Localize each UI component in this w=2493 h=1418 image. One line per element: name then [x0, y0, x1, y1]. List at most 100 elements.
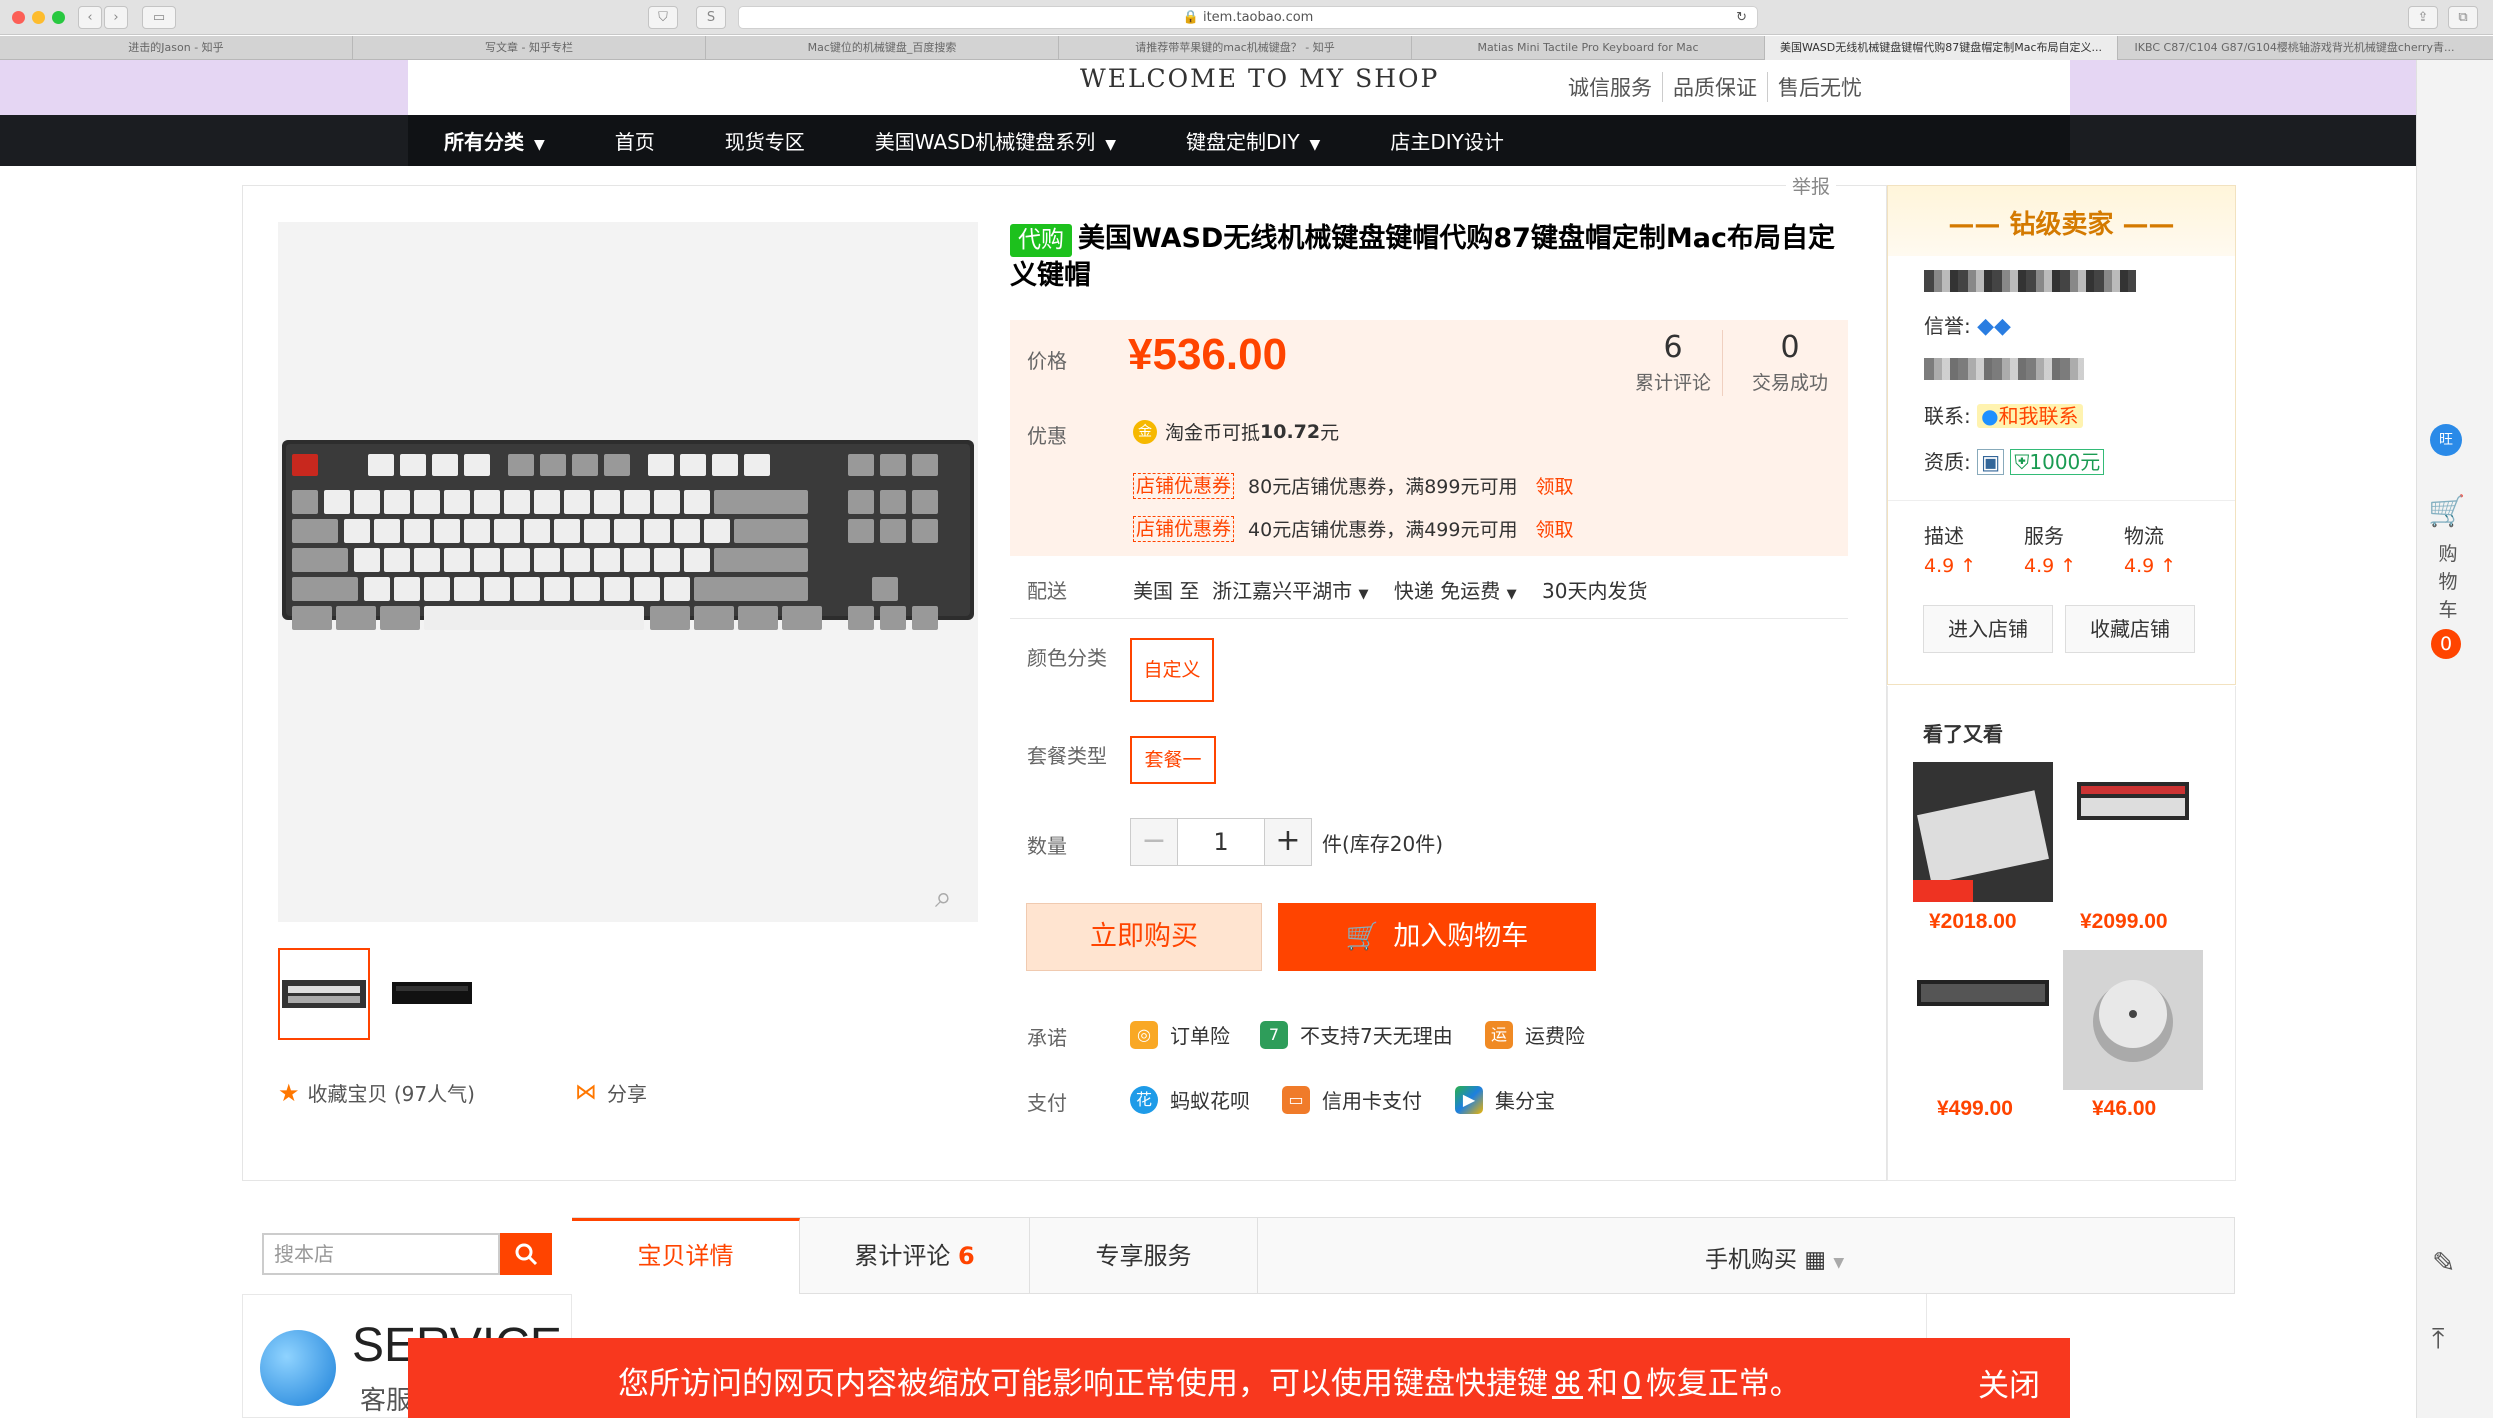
edit-icon[interactable]: ✎: [2432, 1246, 2455, 1279]
ship-label: 配送: [1027, 579, 1067, 603]
coupon-tag: 店铺优惠券: [1133, 515, 1235, 542]
price-label: 价格: [1027, 349, 1067, 373]
price-value: ¥536.00: [1128, 330, 1288, 379]
divider: [1888, 500, 2235, 501]
nav-wasd-series[interactable]: 美国WASD机械键盘系列 ▼: [875, 126, 1116, 155]
tab-details[interactable]: 宝贝详情: [572, 1218, 800, 1294]
license-icon[interactable]: ▣: [1977, 449, 2005, 475]
share-button[interactable]: ⋈ 分享: [575, 1078, 647, 1107]
reload-icon[interactable]: ↻: [1736, 7, 1747, 28]
tabs-overview-icon[interactable]: ⧉: [2448, 6, 2478, 29]
guarantee-item: 售后无忧: [1778, 76, 1862, 100]
zoom-icon[interactable]: ⌕: [935, 880, 952, 915]
arrow-up-icon: ↑: [2160, 555, 2177, 577]
cart-icon[interactable]: 🛒: [2428, 494, 2465, 529]
seller-info-blurred: [1924, 358, 2084, 380]
shop-nav: 所有分类 ▼ 首页 现货专区 美国WASD机械键盘系列 ▼ 键盘定制DIY ▼ 店主D…: [0, 115, 2416, 166]
forward-icon[interactable]: ›: [104, 6, 128, 29]
claim-coupon-link[interactable]: 领取: [1535, 472, 1573, 499]
back-icon[interactable]: ‹: [78, 6, 102, 29]
product-main-image[interactable]: [278, 222, 978, 922]
guarantee-item: 诚信服务: [1558, 72, 1663, 102]
rec-item-price[interactable]: ¥2099.00: [2080, 910, 2168, 934]
order-insurance-icon: ◎: [1130, 1020, 1158, 1049]
nav-custom-diy[interactable]: 键盘定制DIY ▼: [1186, 126, 1320, 155]
promo-label: 优惠: [1027, 424, 1067, 448]
wangwang-icon[interactable]: 旺: [2430, 424, 2462, 456]
seller-level: —— 钻级卖家 ——: [1948, 210, 2175, 240]
tab-reviews[interactable]: 累计评论 6: [800, 1218, 1030, 1294]
back-to-top-icon[interactable]: ⤒: [2432, 1322, 2444, 1356]
nav-owner-diy[interactable]: 店主DIY设计: [1390, 126, 1504, 155]
ship-method-select[interactable]: 快递 免运费 ▼: [1394, 579, 1517, 603]
minimize-window-button[interactable]: [32, 11, 45, 24]
browser-tab[interactable]: Matias Mini Tactile Pro Keyboard for Mac: [1412, 36, 1765, 60]
browser-tab-active[interactable]: 美国WASD无线机械键盘键帽代购87键盘帽定制Mac布局自定义...: [1765, 36, 2118, 60]
shipping-insurance-icon: 运: [1485, 1020, 1513, 1049]
quantity-input[interactable]: 1: [1178, 818, 1264, 866]
quantity-stepper: − 1 + 件(库存20件): [1130, 818, 1443, 866]
buy-now-button[interactable]: 立即购买: [1026, 903, 1262, 971]
pay-huabei[interactable]: 花蚂蚁花呗: [1130, 1085, 1250, 1114]
sidebar-icon[interactable]: ▭: [142, 6, 176, 29]
pay-credit-card[interactable]: ▭ 信用卡支付: [1282, 1085, 1422, 1114]
cart-label[interactable]: 购物车: [2433, 540, 2463, 624]
promise-order-insurance[interactable]: ◎ 订单险: [1130, 1020, 1230, 1049]
report-link[interactable]: 举报: [1786, 172, 1837, 199]
claim-coupon-link[interactable]: 领取: [1535, 515, 1573, 542]
rec-item-image[interactable]: [2063, 762, 2203, 902]
rec-item-image[interactable]: [2063, 950, 2203, 1090]
close-window-button[interactable]: [12, 11, 25, 24]
guarantee-item: 品质保证: [1663, 72, 1768, 102]
lock-icon: 🔒: [1182, 10, 1199, 25]
promise-label: 承诺: [1027, 1026, 1067, 1050]
nav-in-stock[interactable]: 现货专区: [725, 126, 805, 155]
shop-search-input[interactable]: 搜本店: [262, 1233, 500, 1275]
qrcode-icon: ▦: [1804, 1247, 1827, 1273]
wangwang-icon: ●: [1981, 404, 1999, 428]
favorite-shop-button[interactable]: 收藏店铺: [2065, 605, 2195, 653]
contact-seller-button[interactable]: ●和我联系: [1977, 404, 2083, 428]
rec-item-price[interactable]: ¥46.00: [2092, 1097, 2156, 1121]
address-bar[interactable]: 🔒 item.taobao.com ↻: [738, 6, 1758, 29]
nav-all-categories[interactable]: 所有分类 ▼: [444, 126, 545, 155]
favorite-button[interactable]: ★ 收藏宝贝 (97人气): [278, 1078, 475, 1107]
credit-row: 信誉: ◆◆: [1924, 314, 2011, 339]
jifenbao-icon: ▶: [1455, 1085, 1483, 1114]
zoom-window-button[interactable]: [52, 11, 65, 24]
thumbnail-1[interactable]: [278, 948, 370, 1040]
mobile-buy[interactable]: 手机购买 ▦ ▼: [1705, 1240, 1844, 1274]
close-notice-button[interactable]: 关闭: [1978, 1360, 2040, 1405]
browser-tab[interactable]: Mac键位的机械键盘_百度搜索: [706, 36, 1059, 60]
arrow-up-icon: ↑: [2060, 555, 2077, 577]
browser-tab[interactable]: 写文章 - 知乎专栏: [353, 36, 706, 60]
search-icon[interactable]: [500, 1233, 552, 1275]
enter-shop-button[interactable]: 进入店铺: [1923, 605, 2053, 653]
minus-icon[interactable]: −: [1130, 818, 1178, 866]
extension-icon[interactable]: S: [696, 6, 726, 29]
rec-item-price[interactable]: ¥499.00: [1937, 1097, 2013, 1121]
qty-label: 数量: [1027, 834, 1067, 858]
browser-tab[interactable]: 进击的Jason - 知乎: [0, 36, 353, 60]
pay-jifenbao[interactable]: ▶ 集分宝: [1455, 1085, 1555, 1114]
tab-service[interactable]: 专享服务: [1030, 1218, 1258, 1294]
color-option-custom[interactable]: 自定义: [1130, 638, 1214, 702]
browser-tab[interactable]: IKBC C87/C104 G87/G104樱桃轴游戏背光机械键盘cherry青…: [2118, 36, 2471, 60]
package-option[interactable]: 套餐一: [1130, 736, 1216, 784]
shield-icon[interactable]: ⛉: [648, 6, 678, 29]
rec-item-image[interactable]: [1913, 762, 2053, 902]
rec-item-price[interactable]: ¥2018.00: [1929, 910, 2017, 934]
add-to-cart-button[interactable]: 🛒 加入购物车: [1278, 903, 1596, 971]
plus-icon[interactable]: +: [1264, 818, 1312, 866]
reviews-stat[interactable]: 6 累计评论: [1628, 328, 1718, 395]
cart-icon: 🛒: [1345, 921, 1380, 952]
share-browser-icon[interactable]: ⇪: [2408, 6, 2438, 29]
promise-shipping-insurance[interactable]: 运运费险: [1485, 1020, 1585, 1049]
rec-item-image[interactable]: [1913, 950, 2053, 1090]
deposit-badge[interactable]: ⛨1000元: [2010, 449, 2105, 475]
nav-home[interactable]: 首页: [615, 126, 655, 155]
thumbnail-2[interactable]: [386, 948, 478, 1040]
ship-destination-select[interactable]: 浙江嘉兴平湖市 ▼: [1212, 579, 1368, 603]
promise-no-7day[interactable]: 7 不支持7天无理由: [1260, 1020, 1453, 1049]
browser-tab[interactable]: 请推荐带苹果键的mac机械键盘？ - 知乎: [1059, 36, 1412, 60]
